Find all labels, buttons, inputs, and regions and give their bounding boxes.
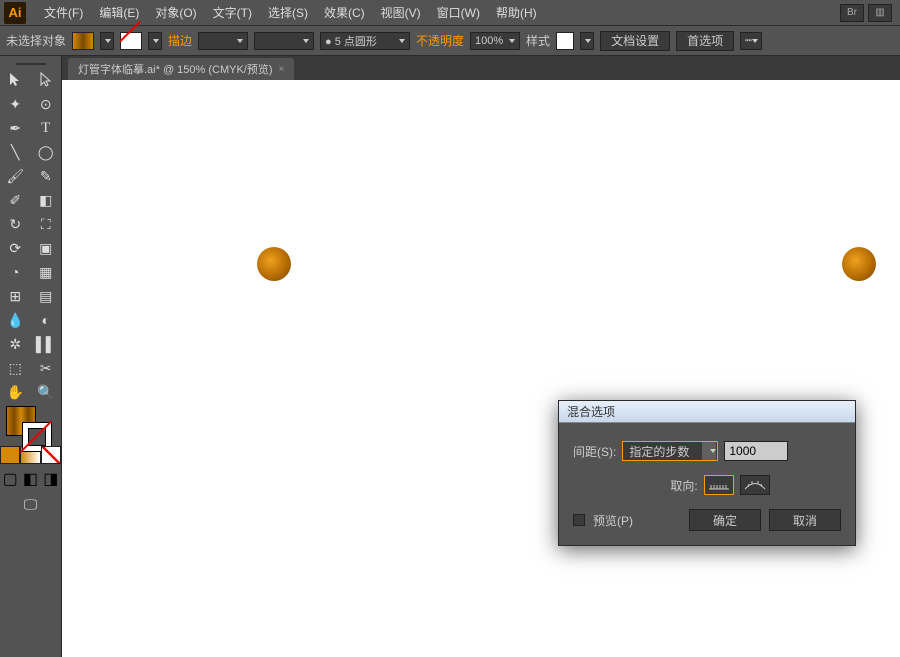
menu-bar: Ai 文件(F) 编辑(E) 对象(O) 文字(T) 选择(S) 效果(C) 视… xyxy=(0,0,900,26)
style-label: 样式 xyxy=(526,32,550,49)
bridge-icon[interactable]: Br xyxy=(840,4,864,22)
document-tab[interactable]: 灯管字体临摹.ai* @ 150% (CMYK/预览) × xyxy=(68,58,294,80)
shape-builder-tool[interactable]: ◔ xyxy=(0,260,31,284)
control-overflow[interactable]: ┉ xyxy=(740,32,762,50)
eyedropper-tool[interactable]: 💧 xyxy=(0,308,31,332)
ok-button[interactable]: 确定 xyxy=(689,509,761,531)
spacing-label: 间距(S): xyxy=(573,443,616,460)
graphic-style-swatch[interactable] xyxy=(556,32,574,50)
draw-inside-icon[interactable]: ◨ xyxy=(41,470,61,488)
stroke-weight-dropdown[interactable] xyxy=(198,32,248,50)
menu-file[interactable]: 文件(F) xyxy=(36,4,91,21)
brush-dropdown[interactable]: ● 5 点圆形 xyxy=(320,32,410,50)
cancel-button[interactable]: 取消 xyxy=(769,509,841,531)
graphic-style-dropdown[interactable] xyxy=(580,32,594,50)
tools-panel: ✦ ⊙ ✒ T ╲ ◯ 🖌 ✎ ✐ ◧ ↻ ⛶ ⟳ ▣ ◔ ▦ ⊞ ▤ 💧 ◐ … xyxy=(0,56,62,657)
document-tab-title: 灯管字体临摹.ai* @ 150% (CMYK/预览) xyxy=(78,61,273,77)
pencil-tool[interactable]: ✎ xyxy=(31,164,62,188)
width-tool[interactable]: ⟳ xyxy=(0,236,31,260)
color-mode-none[interactable] xyxy=(41,446,61,464)
blob-brush-tool[interactable]: ✐ xyxy=(0,188,31,212)
panel-grip[interactable] xyxy=(0,60,61,68)
opacity-label[interactable]: 不透明度 xyxy=(416,32,464,49)
document-tab-bar: 灯管字体临摹.ai* @ 150% (CMYK/预览) × xyxy=(62,56,900,80)
slice-tool[interactable]: ✂ xyxy=(31,356,62,380)
artwork-circle-right[interactable] xyxy=(842,247,876,281)
close-tab-icon[interactable]: × xyxy=(279,64,285,75)
mesh-tool[interactable]: ⊞ xyxy=(0,284,31,308)
artboard-tool[interactable]: ⬚ xyxy=(0,356,31,380)
blend-tool[interactable]: ◐ xyxy=(31,308,62,332)
preview-label: 预览(P) xyxy=(593,512,633,529)
menu-effect[interactable]: 效果(C) xyxy=(316,4,373,21)
lasso-tool[interactable]: ⊙ xyxy=(31,92,62,116)
menu-object[interactable]: 对象(O) xyxy=(147,4,204,21)
preferences-button[interactable]: 首选项 xyxy=(676,31,734,51)
draw-behind-icon[interactable]: ◧ xyxy=(20,470,40,488)
control-bar: 未选择对象 描边 ● 5 点圆形 不透明度 100% 样式 文档设置 首选项 ┉ xyxy=(0,26,900,56)
direct-selection-tool[interactable] xyxy=(31,68,62,92)
app-logo: Ai xyxy=(4,2,26,24)
menu-edit[interactable]: 编辑(E) xyxy=(91,4,147,21)
gradient-tool[interactable]: ▤ xyxy=(31,284,62,308)
symbol-sprayer-tool[interactable]: ✲ xyxy=(0,332,31,356)
stroke-label[interactable]: 描边 xyxy=(168,32,192,49)
menu-select[interactable]: 选择(S) xyxy=(260,4,316,21)
canvas[interactable]: 混合选项 间距(S): 指定的步数 取向: xyxy=(62,80,900,657)
menu-window[interactable]: 窗口(W) xyxy=(429,4,488,21)
dialog-title-bar[interactable]: 混合选项 xyxy=(559,401,855,423)
orientation-align-path-icon[interactable] xyxy=(740,475,770,495)
scale-tool[interactable]: ⛶ xyxy=(31,212,62,236)
preview-checkbox[interactable] xyxy=(573,514,585,526)
selection-tool[interactable] xyxy=(0,68,31,92)
document-area: 灯管字体临摹.ai* @ 150% (CMYK/预览) × 混合选项 间距(S)… xyxy=(62,56,900,657)
zoom-tool[interactable]: 🔍 xyxy=(31,380,62,404)
draw-normal-icon[interactable]: ▢ xyxy=(0,470,20,488)
type-tool[interactable]: T xyxy=(31,116,62,140)
stroke-swatch[interactable] xyxy=(120,32,142,50)
spacing-mode-select[interactable]: 指定的步数 xyxy=(622,441,718,461)
ellipse-tool[interactable]: ◯ xyxy=(31,140,62,164)
menu-help[interactable]: 帮助(H) xyxy=(488,4,545,21)
rotate-tool[interactable]: ↻ xyxy=(0,212,31,236)
perspective-grid-tool[interactable]: ▦ xyxy=(31,260,62,284)
pen-tool[interactable]: ✒ xyxy=(0,116,31,140)
hand-tool[interactable]: ✋ xyxy=(0,380,31,404)
fill-dropdown[interactable] xyxy=(100,32,114,50)
orientation-label: 取向: xyxy=(670,477,697,494)
paintbrush-tool[interactable]: 🖌 xyxy=(0,164,31,188)
color-mode-solid[interactable] xyxy=(0,446,20,464)
magic-wand-tool[interactable]: ✦ xyxy=(0,92,31,116)
line-tool[interactable]: ╲ xyxy=(0,140,31,164)
column-graph-tool[interactable]: ▌▌ xyxy=(31,332,62,356)
blend-options-dialog: 混合选项 间距(S): 指定的步数 取向: xyxy=(558,400,856,546)
orientation-align-page-icon[interactable] xyxy=(704,475,734,495)
menu-type[interactable]: 文字(T) xyxy=(205,4,260,21)
eraser-tool[interactable]: ◧ xyxy=(31,188,62,212)
stroke-dropdown[interactable] xyxy=(148,32,162,50)
free-transform-tool[interactable]: ▣ xyxy=(31,236,62,260)
artwork-circle-left[interactable] xyxy=(257,247,291,281)
menu-view[interactable]: 视图(V) xyxy=(373,4,429,21)
screen-mode-button[interactable]: 🖵 xyxy=(0,488,61,520)
arrange-docs-icon[interactable]: ▥ xyxy=(868,4,892,22)
document-setup-button[interactable]: 文档设置 xyxy=(600,31,670,51)
opacity-dropdown[interactable]: 100% xyxy=(470,32,520,50)
profile-dropdown[interactable] xyxy=(254,32,314,50)
fill-stroke-control[interactable] xyxy=(0,404,61,446)
spacing-value-input[interactable] xyxy=(724,441,788,461)
selection-status: 未选择对象 xyxy=(6,32,66,49)
fill-swatch[interactable] xyxy=(72,32,94,50)
